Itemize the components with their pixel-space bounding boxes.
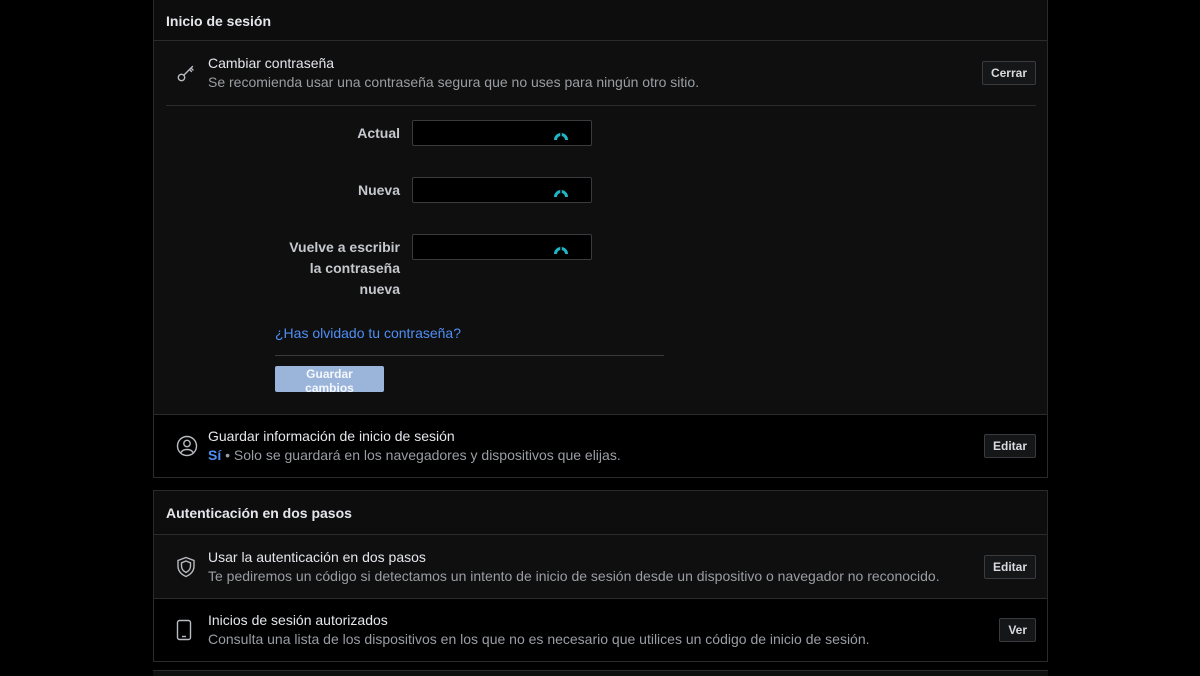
use-2fa-title: Usar la autenticación en dos pasos [208, 548, 426, 565]
form-divider [166, 105, 1036, 106]
user-circle-icon [166, 435, 208, 457]
save-login-status: Sí [208, 447, 222, 463]
retype-label-line-1: Vuelve a escribir [289, 239, 400, 255]
two-factor-section-header: Autenticación en dos pasos [154, 491, 1047, 535]
change-password-subtitle: Se recomienda usar una contraseña segura… [208, 74, 700, 90]
two-factor-panel: Autenticación en dos pasos Usar la auten… [153, 490, 1048, 662]
authorized-logins-subtitle: Consulta una lista de los dispositivos e… [208, 631, 870, 647]
shield-icon [166, 556, 208, 578]
retype-label-line-2: la contraseña [309, 260, 400, 276]
authorized-logins-row: Inicios de sesión autorizados Consulta u… [154, 598, 1047, 661]
change-password-row: Cambiar contraseña Se recomienda usar un… [154, 41, 1047, 105]
save-changes-button[interactable]: Guardar cambios [275, 366, 384, 395]
save-login-info-row: Guardar información de inicio de sesión … [154, 414, 1047, 477]
view-authorized-logins-button[interactable]: Ver [999, 618, 1036, 642]
key-icon [166, 63, 208, 83]
use-2fa-text: Usar la autenticación en dos pasos Te pe… [208, 548, 984, 586]
authorized-logins-title: Inicios de sesión autorizados [208, 612, 388, 628]
save-login-info-subtitle: Sí • Solo se guardará en los navegadores… [208, 446, 984, 465]
current-password-input[interactable] [412, 120, 592, 146]
edit-save-login-button[interactable]: Editar [983, 434, 1036, 458]
save-login-info-title: Guardar información de inicio de sesión [208, 428, 455, 444]
new-password-label: Nueva [357, 182, 400, 198]
authorized-logins-text: Inicios de sesión autorizados Consulta u… [208, 611, 999, 649]
edit-2fa-button[interactable]: Editar [983, 554, 1036, 579]
login-panel: Inicio de sesión Cambiar contraseña Se r… [153, 0, 1048, 478]
change-password-text: Cambiar contraseña Se recomienda usar un… [208, 54, 982, 92]
phone-icon [166, 619, 208, 641]
retype-password-input[interactable] [412, 234, 592, 260]
use-2fa-subtitle: Te pediremos un código si detectamos un … [208, 567, 940, 584]
change-password-form: Actual Nueva Vuelve a escribir la contra… [154, 105, 1047, 414]
new-password-input[interactable] [412, 177, 592, 203]
retype-label-line-3: nueva [359, 281, 400, 297]
change-password-title: Cambiar contraseña [208, 55, 335, 71]
login-section-title: Inicio de sesión [166, 12, 272, 29]
save-login-description: • Solo se guardará en los navegadores y … [221, 447, 621, 463]
two-factor-section-title: Autenticación en dos pasos [166, 504, 352, 521]
login-section-header: Inicio de sesión [154, 0, 1047, 41]
next-panel-edge [153, 670, 1048, 676]
password-manager-icon[interactable] [552, 183, 570, 199]
form-separator [275, 355, 664, 356]
forgot-password-link[interactable]: ¿Has olvidado tu contraseña? [275, 325, 461, 341]
close-button[interactable]: Cerrar [981, 61, 1036, 85]
current-password-label: Actual [357, 125, 400, 141]
password-manager-icon[interactable] [552, 126, 570, 142]
use-2fa-row: Usar la autenticación en dos pasos Te pe… [154, 535, 1047, 598]
save-login-info-text: Guardar información de inicio de sesión … [208, 427, 984, 465]
password-manager-icon[interactable] [552, 240, 570, 256]
retype-password-label: Vuelve a escribir la contraseña nueva [289, 237, 400, 300]
